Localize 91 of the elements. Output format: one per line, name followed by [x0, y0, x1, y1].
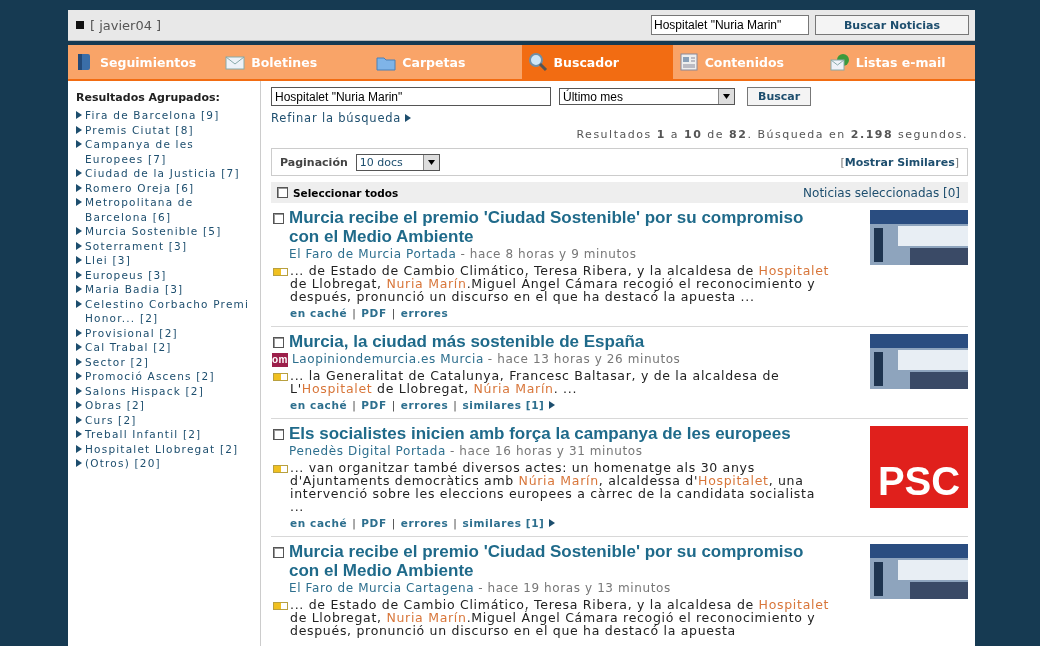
checkbox[interactable]: [277, 187, 288, 198]
group-link[interactable]: Promoció Ascens [2]: [85, 369, 215, 384]
headline-link[interactable]: Els socialistes inicien amb força la campanya de les europees: [289, 424, 791, 443]
result-link[interactable]: errores: [400, 307, 449, 319]
search-news-button[interactable]: Buscar Noticias: [815, 15, 969, 35]
result-link[interactable]: PDF: [361, 399, 387, 411]
checkbox[interactable]: [273, 337, 284, 348]
page-size-dropdown[interactable]: 10 docs: [355, 153, 440, 171]
headline-link[interactable]: Murcia recibe el premio 'Ciudad Sostenible' por su compromiso con el Medio Ambiente: [289, 208, 833, 246]
snippet: ... de Estado de Cambio Climático, Teresa Ribera, y la alcaldesa de Hospitalet de Llobregat, Nuria Marín.Miguel Ángel Cámara recogió el reconocimiento y después, pronunció un discurso en el que ha destacó la apuesta: [290, 598, 831, 637]
group-link[interactable]: Sector [2]: [85, 354, 149, 369]
headline-link[interactable]: Murcia, la ciudad más sostenible de España: [289, 332, 645, 351]
select-all-label: Seleccionar todos: [293, 186, 399, 199]
separator: |: [391, 399, 396, 411]
group-link[interactable]: Obras [2]: [85, 398, 146, 413]
triangle-icon: [405, 114, 412, 122]
separator: |: [453, 517, 458, 529]
checkbox[interactable]: [273, 213, 284, 224]
group-link[interactable]: Soterrament [3]: [85, 238, 188, 253]
search-field[interactable]: Hospitalet "Nuria Marin": [651, 15, 809, 35]
checkbox[interactable]: [273, 547, 284, 558]
snippet: ... de Estado de Cambio Climático, Teresa Ribera, y la alcaldesa de Hospitalet de Llobregat, Nuria Marín.Miguel Ángel Cámara recogió el reconocimiento y después, pronunció un discurso en el que ha destacó la apuesta ...: [290, 264, 831, 303]
group-link[interactable]: Hospitalet Llobregat [2]: [85, 441, 239, 456]
group-link[interactable]: Cal Trabal [2]: [85, 340, 172, 355]
search-icon: [527, 52, 548, 72]
result-link[interactable]: en caché: [290, 517, 348, 529]
sidebar-heading: Resultados Agrupados:: [76, 91, 221, 104]
group-link[interactable]: Premis Ciutat [8]: [85, 122, 194, 137]
refine-link[interactable]: Refinar la búsqueda: [271, 111, 402, 125]
group-link[interactable]: Campanya de les Europees [7]: [85, 137, 252, 166]
timestamp: - hace 19 horas y 13 minutos: [478, 581, 671, 596]
group-link[interactable]: Celestino Corbacho Premi Honor... [2]: [85, 296, 252, 326]
checkbox[interactable]: [273, 429, 284, 440]
group-link[interactable]: Romero Oreja [6]: [85, 180, 195, 195]
group-link[interactable]: Metropolitana de Barcelona [6]: [85, 195, 252, 224]
selected-count-link[interactable]: Noticias seleccionadas [0]: [803, 185, 960, 200]
result-link[interactable]: errores: [400, 517, 449, 529]
logo-thumbnail: PSC: [870, 426, 968, 508]
group-link[interactable]: Murcia Sostenible [5]: [85, 224, 222, 239]
headline-link[interactable]: Murcia recibe el premio 'Ciudad Sostenible' por su compromiso con el Medio Ambiente: [289, 542, 833, 580]
triangle-icon: [549, 519, 556, 527]
caret-icon: [427, 159, 435, 165]
result-link[interactable]: errores: [400, 399, 449, 411]
source-link[interactable]: El Faro de Murcia Portada: [289, 247, 457, 262]
timestamp: - hace 8 horas y 9 minutos: [460, 247, 637, 262]
result-link[interactable]: PDF: [361, 307, 387, 319]
result-link[interactable]: PDF: [361, 517, 387, 529]
source-link[interactable]: El Faro de Murcia Cartagena: [289, 581, 475, 596]
relevance-icon: [273, 373, 288, 381]
period-dropdown[interactable]: Último mes: [559, 88, 735, 105]
separator: |: [352, 399, 357, 411]
result-link[interactable]: en caché: [290, 307, 348, 319]
mail-globe-icon: [829, 52, 850, 72]
group-link[interactable]: Salons Hispack [2]: [85, 383, 204, 398]
separator: |: [352, 307, 357, 319]
group-link[interactable]: Curs [2]: [85, 412, 137, 427]
source-link[interactable]: Laopiniondemurcia.es Murcia: [292, 352, 484, 367]
favicon: om: [272, 352, 288, 367]
group-link[interactable]: Fira de Barcelona [9]: [85, 108, 220, 123]
relevance-icon: [273, 465, 288, 473]
triangle-icon: [549, 401, 556, 409]
caret-icon: [723, 94, 730, 99]
group-link[interactable]: Maria Badia [3]: [85, 282, 184, 297]
result-link[interactable]: en caché: [290, 399, 348, 411]
timestamp: - hace 16 horas y 31 minutos: [449, 444, 643, 459]
username: [ javier04 ]: [90, 17, 163, 33]
group-link[interactable]: Ciudad de la Justicia [7]: [85, 166, 240, 181]
result-link[interactable]: similares [1]: [462, 517, 556, 529]
relevance-icon: [273, 268, 288, 276]
newspaper-icon: [678, 52, 699, 72]
source-link[interactable]: Penedès Digital Portada: [289, 444, 446, 459]
relevance-icon: [273, 602, 288, 610]
search-button[interactable]: Buscar: [747, 87, 812, 106]
show-similar-link[interactable]: [Mostrar Similares]: [840, 155, 959, 169]
result-link[interactable]: similares [1]: [462, 399, 556, 411]
group-link[interactable]: Treball Infantil [2]: [85, 427, 202, 442]
separator: |: [352, 517, 357, 529]
snippet: ... la Generalitat de Catalunya, Francesc Baltasar, y de la alcaldesa de L'Hospitalet de Llobregat, Núria Marín. ...: [290, 369, 781, 395]
separator: |: [453, 399, 458, 411]
square-icon: [76, 21, 84, 29]
timestamp: - hace 13 horas y 26 minutos: [487, 352, 681, 367]
separator: |: [391, 307, 396, 319]
snippet: ... van organitzar també diversos actes: un homenatge als 30 anys d'Ajuntaments democràtics amb Núria Marín, alcaldessa d'Hospitalet, una intervenció sobre les eleccions europees a càrrec de la candidata socialista ...: [290, 461, 816, 513]
results-summary: Resultados 1 a 10 de 82. Búsqueda en 2.198 segundos.: [575, 128, 968, 141]
group-link[interactable]: Llei [3]: [85, 253, 131, 268]
search-field[interactable]: Hospitalet "Nuria Marin": [271, 87, 551, 106]
pagination-label: Paginación: [280, 155, 348, 169]
group-link[interactable]: (Otros) [20]: [85, 456, 161, 471]
group-link[interactable]: Europeus [3]: [85, 267, 167, 282]
group-link[interactable]: Provisional [2]: [85, 325, 178, 340]
separator: |: [391, 517, 396, 529]
